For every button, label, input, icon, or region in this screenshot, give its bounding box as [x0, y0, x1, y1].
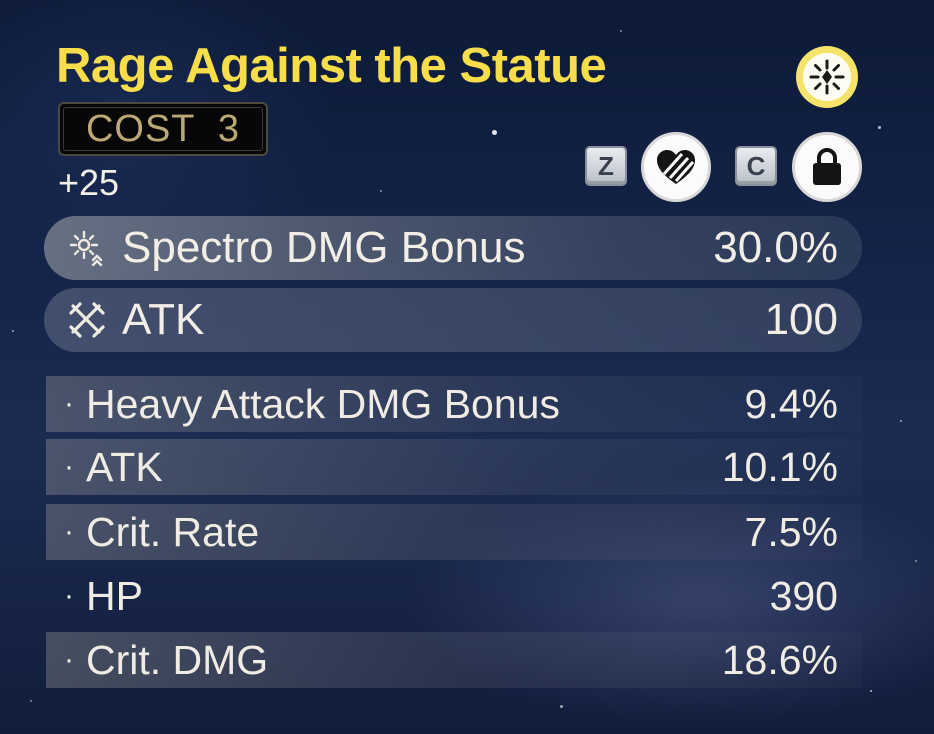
sub-stat-label: ATK	[86, 443, 163, 490]
sub-stat-label: Heavy Attack DMG Bonus	[86, 380, 560, 427]
sub-stat-value: 18.6%	[721, 636, 838, 683]
favorite-button[interactable]	[641, 132, 711, 202]
crossed-swords-icon	[66, 299, 108, 341]
main-stat-row: Spectro DMG Bonus 30.0%	[44, 216, 862, 280]
sub-stat-label: Crit. DMG	[86, 636, 269, 683]
sub-stat-row: · ATK 10.1%	[46, 439, 862, 495]
main-stat-value: 100	[764, 295, 838, 344]
sub-stat-value: 10.1%	[721, 443, 838, 490]
heart-broken-icon	[657, 150, 695, 184]
sub-stat-row: · Crit. DMG 18.6%	[46, 632, 862, 688]
sub-stat-row: · Heavy Attack DMG Bonus 9.4%	[46, 376, 862, 432]
bullet: ·	[64, 579, 74, 612]
echo-level: +25	[58, 162, 120, 203]
star	[380, 190, 382, 192]
sub-stat-label: HP	[86, 572, 143, 619]
bullet: ·	[64, 450, 74, 483]
lock-hotkey: C	[735, 146, 777, 186]
spectro-bonus-icon	[66, 227, 108, 269]
sub-stat-value: 9.4%	[744, 380, 838, 427]
sub-stat-row: · HP 390	[46, 568, 862, 624]
cost-badge: COST 3	[58, 102, 268, 156]
main-stat-value: 30.0%	[713, 223, 838, 272]
main-stat-row: ATK 100	[44, 288, 862, 352]
lock-button[interactable]	[792, 132, 862, 202]
padlock-icon	[813, 148, 841, 185]
sub-stat-row: · Crit. Rate 7.5%	[46, 504, 862, 560]
main-stat-label: ATK	[122, 295, 205, 344]
star	[878, 126, 881, 129]
bullet: ·	[64, 643, 74, 676]
sub-stat-value: 7.5%	[744, 508, 838, 555]
star	[915, 560, 917, 562]
star	[560, 705, 563, 708]
star	[900, 420, 902, 422]
bullet: ·	[64, 515, 74, 548]
bullet: ·	[64, 387, 74, 420]
star	[870, 690, 872, 692]
cost-label: COST 3	[63, 107, 263, 151]
star	[12, 330, 14, 332]
star	[620, 30, 622, 32]
star	[492, 130, 497, 135]
favorite-hotkey: Z	[585, 146, 627, 186]
sub-stat-label: Crit. Rate	[86, 508, 260, 555]
spectro-element-icon	[796, 46, 858, 108]
main-stat-label: Spectro DMG Bonus	[122, 223, 526, 272]
sub-stat-value: 390	[769, 572, 838, 619]
star	[30, 700, 32, 702]
echo-title: Rage Against the Statue	[56, 39, 607, 93]
